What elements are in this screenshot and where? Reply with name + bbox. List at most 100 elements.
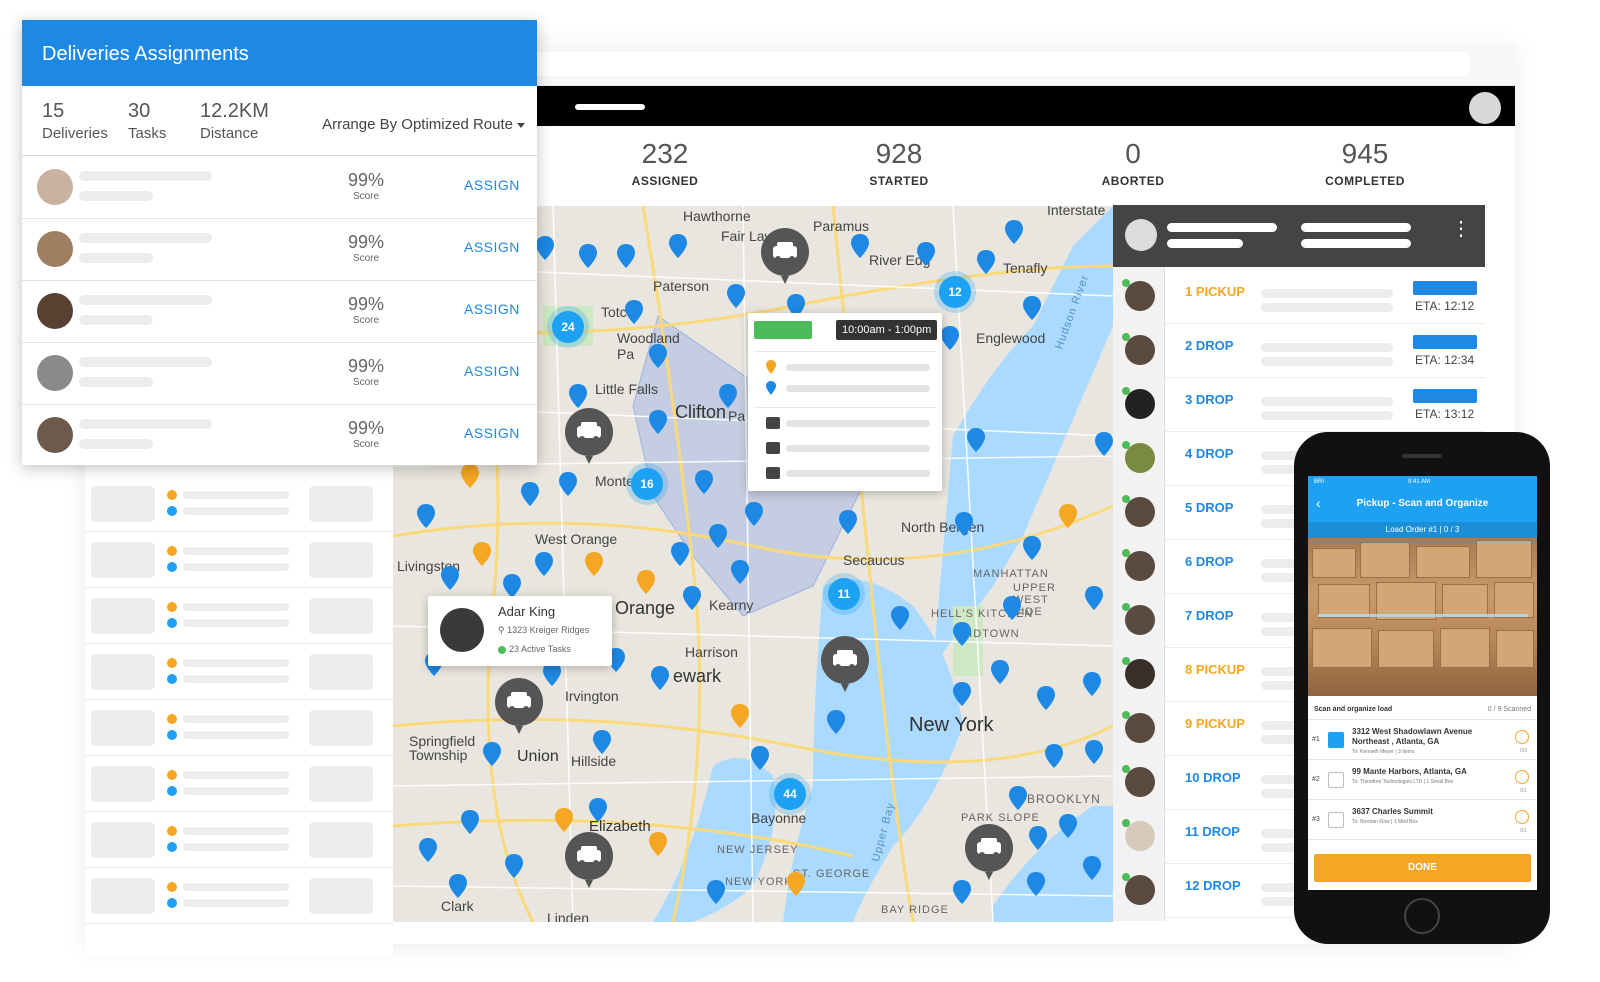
driver-avatar[interactable] [1122,873,1155,905]
list-item[interactable] [85,868,393,924]
item-recipient: To: Norman Flow | 1 Med Box [1352,819,1418,825]
assign-button[interactable]: ASSIGN [464,363,520,379]
place-label: Paramus [813,218,870,234]
driver-tasks-text: 23 Active Tasks [509,644,571,654]
stat-label: ABORTED [1101,174,1165,188]
package-item[interactable]: #2 99 Mante Harbors, Atlanta, GA To: The… [1308,762,1537,800]
driver-avatar[interactable] [1122,711,1155,743]
place-label: NEW YORK [725,876,793,888]
vehicle-marker[interactable] [965,824,1013,880]
driver-avatar[interactable] [1122,765,1155,797]
stat-label: COMPLETED [1325,174,1405,188]
route-stop[interactable]: 2 DROP ETA: 12:34 [1165,325,1485,378]
eta-bar [1413,335,1477,349]
list-item[interactable] [85,532,393,588]
pin-cluster[interactable]: 12 [939,276,971,308]
pin-cluster[interactable]: 44 [774,778,806,810]
place-label: BAY RIDGE [881,904,949,916]
driver-avatar[interactable] [1122,657,1155,689]
driver-score: 99% Score [348,232,384,264]
user-avatar[interactable] [1469,92,1501,124]
driver-avatar[interactable] [1122,387,1155,419]
menu-icon[interactable] [575,104,645,110]
placeholder-line [786,470,930,477]
assign-button[interactable]: ASSIGN [464,301,520,317]
stop-label: 6 DROP [1185,554,1234,569]
url-bar[interactable] [535,52,1470,76]
eta-bar [1413,389,1477,403]
stop-label: 1 PICKUP [1185,284,1245,299]
scan-camera-view[interactable] [1308,538,1537,696]
mobile-phone: BRI 9:41 AM ‹ Pickup - Scan and Organize … [1294,432,1550,944]
driver-avatar[interactable] [1122,441,1155,473]
stat-completed: 945 COMPLETED [1265,138,1465,188]
driver-score: 99% Score [348,356,384,388]
list-item[interactable] [85,700,393,756]
divider [754,351,936,352]
driver-column [1113,267,1165,921]
item-count: 0/1 [1520,828,1527,834]
driver-avatar[interactable] [1122,819,1155,851]
pin-cluster[interactable]: 24 [552,311,584,343]
package-item[interactable]: #1 3312 West Shadowlawn Avenue Northeast… [1308,722,1537,760]
place-label: Hillside [571,753,617,769]
score-value: 99% [348,294,385,314]
item-count: 0/1 [1520,788,1527,794]
arrange-dropdown[interactable]: Arrange By Optimized Route [322,116,525,133]
summary-tasks: 30 Tasks [128,100,166,142]
driver-avatar[interactable] [1122,603,1155,635]
place-label: Totc [601,304,627,320]
vehicle-marker[interactable] [565,408,613,464]
vehicle-marker[interactable] [565,832,613,888]
list-item[interactable] [85,476,393,532]
driver-avatar [37,417,73,453]
route-stop[interactable]: 3 DROP ETA: 13:12 [1165,379,1485,432]
score-value: 99% [348,170,385,190]
list-item[interactable] [85,588,393,644]
place-label: Interstate [1047,206,1106,218]
place-label: Union [517,748,559,765]
assignment-row: 99% Score ASSIGN [22,343,537,405]
vehicle-marker[interactable] [761,228,809,284]
more-options-icon[interactable]: ⋮ [1451,219,1471,239]
stat-value: 232 [641,138,689,169]
driver-avatar[interactable] [1122,495,1155,527]
list-item[interactable] [85,756,393,812]
assign-button[interactable]: ASSIGN [464,425,520,441]
list-item[interactable] [85,812,393,868]
driver-card[interactable]: Adar King ⚲ 1323 Kreiger Ridges 23 Activ… [428,596,612,666]
item-recipient: To: Kenneth Meyer | 3 Items [1352,749,1415,755]
driver-score: 99% Score [348,170,384,202]
driver-avatar[interactable] [1122,549,1155,581]
item-address: 3637 Charles Summit [1352,807,1433,816]
vehicle-marker[interactable] [495,678,543,734]
vehicle-marker[interactable] [821,636,869,692]
stop-label: 2 DROP [1185,338,1234,353]
pin-cluster[interactable]: 11 [828,578,860,610]
placeholder-line [1301,239,1411,248]
list-item[interactable] [85,644,393,700]
assignment-row: 99% Score ASSIGN [22,157,537,219]
assign-button[interactable]: ASSIGN [464,177,520,193]
driver-tasks: 23 Active Tasks [498,644,571,654]
progress-ring [1515,730,1529,744]
done-button[interactable]: DONE [1314,854,1531,882]
stat-label: STARTED [869,174,929,188]
place-label: Pa [728,408,746,424]
pin-cluster[interactable]: 16 [631,468,663,500]
stat-aborted: 0 ABORTED [1033,138,1233,188]
item-address: 3312 West Shadowlawn Avenue Northeast , … [1352,727,1473,746]
route-stop[interactable]: 1 PICKUP ETA: 12:12 [1165,271,1485,324]
driver-avatar[interactable] [1122,333,1155,365]
placeholder-line [786,385,930,392]
load-order-label: Load Order #1 | 0 / 3 [1308,522,1537,538]
home-button[interactable] [1404,898,1440,934]
stat-value: 0 [1125,138,1141,169]
place-label: Tenafly [1003,260,1048,276]
delivery-popup[interactable]: 10:00am - 1:00pm [748,313,942,491]
driver-avatar[interactable] [1122,279,1155,311]
score-value: 99% [348,356,385,376]
assign-button[interactable]: ASSIGN [464,239,520,255]
package-item[interactable]: #3 3637 Charles Summit To: Norman Flow |… [1308,802,1537,840]
place-label: Clifton [675,402,727,422]
